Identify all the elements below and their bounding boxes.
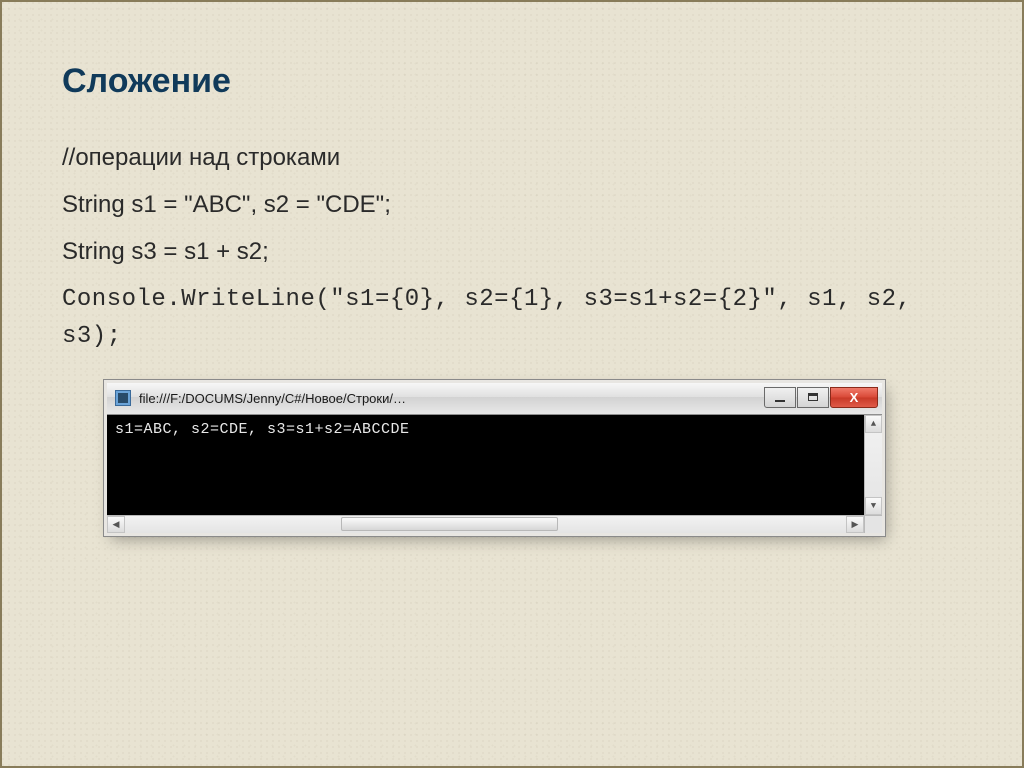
code-area: //операции над строками String s1 = "ABC… xyxy=(62,139,972,355)
code-line-4: Console.WriteLine("s1={0}, s2={1}, s3=s1… xyxy=(62,281,972,355)
close-button[interactable]: X xyxy=(830,387,878,408)
maximize-button[interactable] xyxy=(797,387,829,408)
scroll-up-icon[interactable]: ▲ xyxy=(865,415,882,433)
code-line-2: String s1 = "ABC", s2 = "CDE"; xyxy=(62,186,972,223)
horizontal-scrollbar[interactable]: ◀ ▶ xyxy=(107,515,864,533)
scroll-thumb[interactable] xyxy=(341,517,557,531)
scroll-track[interactable] xyxy=(125,516,846,533)
app-icon xyxy=(115,390,131,406)
scroll-left-icon[interactable]: ◀ xyxy=(107,516,125,533)
window-titlebar[interactable]: file:///F:/DOCUMS/Jenny/C#/Новое/Строки/… xyxy=(107,383,882,415)
scroll-right-icon[interactable]: ▶ xyxy=(846,516,864,533)
minimize-button[interactable] xyxy=(764,387,796,408)
window-buttons: X xyxy=(764,387,878,408)
slide-container: Сложение //операции над строками String … xyxy=(2,2,1022,573)
console-window: file:///F:/DOCUMS/Jenny/C#/Новое/Строки/… xyxy=(107,383,882,533)
window-title: file:///F:/DOCUMS/Jenny/C#/Новое/Строки/… xyxy=(139,391,756,406)
console-output: s1=ABC, s2=CDE, s3=s1+s2=ABCCDE xyxy=(115,421,862,438)
code-line-1: //операции над строками xyxy=(62,139,972,176)
slide-title: Сложение xyxy=(62,62,972,101)
maximize-icon xyxy=(808,393,818,401)
minimize-icon xyxy=(775,400,785,402)
vertical-scrollbar[interactable]: ▲ ▼ xyxy=(864,415,882,515)
console-body: s1=ABC, s2=CDE, s3=s1+s2=ABCCDE ▲ ▼ xyxy=(107,415,882,515)
scroll-corner xyxy=(864,515,882,533)
scroll-down-icon[interactable]: ▼ xyxy=(865,497,882,515)
close-icon: X xyxy=(850,390,859,405)
code-line-3: String s3 = s1 + s2; xyxy=(62,233,972,270)
bottom-scroll-row: ◀ ▶ xyxy=(107,515,882,533)
